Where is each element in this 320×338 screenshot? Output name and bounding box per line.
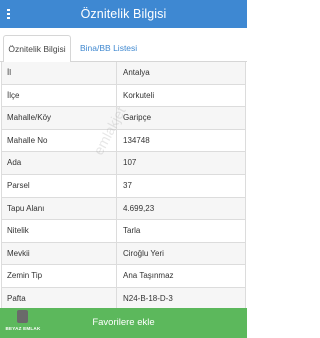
column-divider bbox=[116, 174, 117, 197]
table-row: Mahalle No 134748 bbox=[2, 129, 245, 153]
table-row: Mahalle/Köy Garipçe bbox=[2, 107, 245, 130]
table-row: Mevkii Ciroğlu Yeri bbox=[2, 242, 245, 266]
row-value: Antalya bbox=[123, 68, 150, 77]
column-divider bbox=[116, 62, 117, 84]
row-value: 4.699,23 bbox=[123, 203, 155, 213]
column-divider bbox=[116, 287, 117, 310]
table-row: Ada 107 bbox=[2, 152, 245, 175]
row-value: Korkuteli bbox=[123, 90, 155, 100]
table-row: İlçe Korkuteli bbox=[2, 84, 245, 108]
table-row: Tapu Alanı 4.699,23 bbox=[2, 197, 245, 221]
column-divider bbox=[116, 152, 117, 174]
row-label: Zemin Tip bbox=[7, 271, 43, 281]
row-label: Parsel bbox=[7, 180, 30, 190]
tab-bar: Öznitelik Bilgisi Bina/BB Listesi bbox=[0, 28, 247, 62]
logo-mark-icon bbox=[17, 310, 28, 323]
brand-logo: BEYAZ EMLAK bbox=[2, 310, 44, 338]
page-title: Öznitelik Bilgisi bbox=[80, 7, 167, 21]
row-label: İl bbox=[7, 68, 11, 77]
column-divider bbox=[116, 107, 117, 129]
row-value: 107 bbox=[123, 158, 137, 168]
row-value: Tarla bbox=[123, 226, 141, 236]
row-label: Mahalle/Köy bbox=[7, 113, 52, 123]
logo-text: BEYAZ EMLAK bbox=[5, 326, 41, 331]
row-value: N24-B-18-D-3 bbox=[123, 293, 173, 303]
row-value: Ana Taşınmaz bbox=[123, 271, 174, 281]
table-row: Parsel 37 bbox=[2, 174, 245, 198]
row-label: Ada bbox=[7, 158, 22, 168]
table-row: İl Antalya bbox=[2, 62, 245, 85]
column-divider bbox=[116, 242, 117, 265]
column-divider bbox=[116, 197, 117, 220]
row-label: Mevkii bbox=[7, 248, 30, 258]
column-divider bbox=[116, 265, 117, 287]
table-row: Nitelik Tarla bbox=[2, 220, 245, 243]
row-value: Ciroğlu Yeri bbox=[123, 248, 164, 258]
row-value: 37 bbox=[123, 180, 132, 190]
column-divider bbox=[116, 220, 117, 242]
column-divider bbox=[116, 129, 117, 152]
attribute-table: İl Antalya İlçe Korkuteli Mahalle/Köy Garip… bbox=[1, 62, 246, 311]
header-bar: Öznitelik Bilgisi bbox=[0, 0, 247, 28]
tab-bina-bb-listesi[interactable]: Bina/BB Listesi bbox=[74, 35, 143, 62]
row-label: İlçe bbox=[7, 90, 20, 100]
tab-oznitelik-bilgisi[interactable]: Öznitelik Bilgisi bbox=[3, 35, 71, 62]
row-label: Tapu Alanı bbox=[7, 203, 45, 213]
row-value: Garipçe bbox=[123, 113, 152, 123]
row-value: 134748 bbox=[123, 135, 150, 145]
table-row: Zemin Tip Ana Taşınmaz bbox=[2, 265, 245, 288]
column-divider bbox=[116, 84, 117, 107]
row-label: Mahalle No bbox=[7, 135, 48, 145]
row-label: Nitelik bbox=[7, 226, 29, 236]
row-label: Pafta bbox=[7, 293, 26, 303]
